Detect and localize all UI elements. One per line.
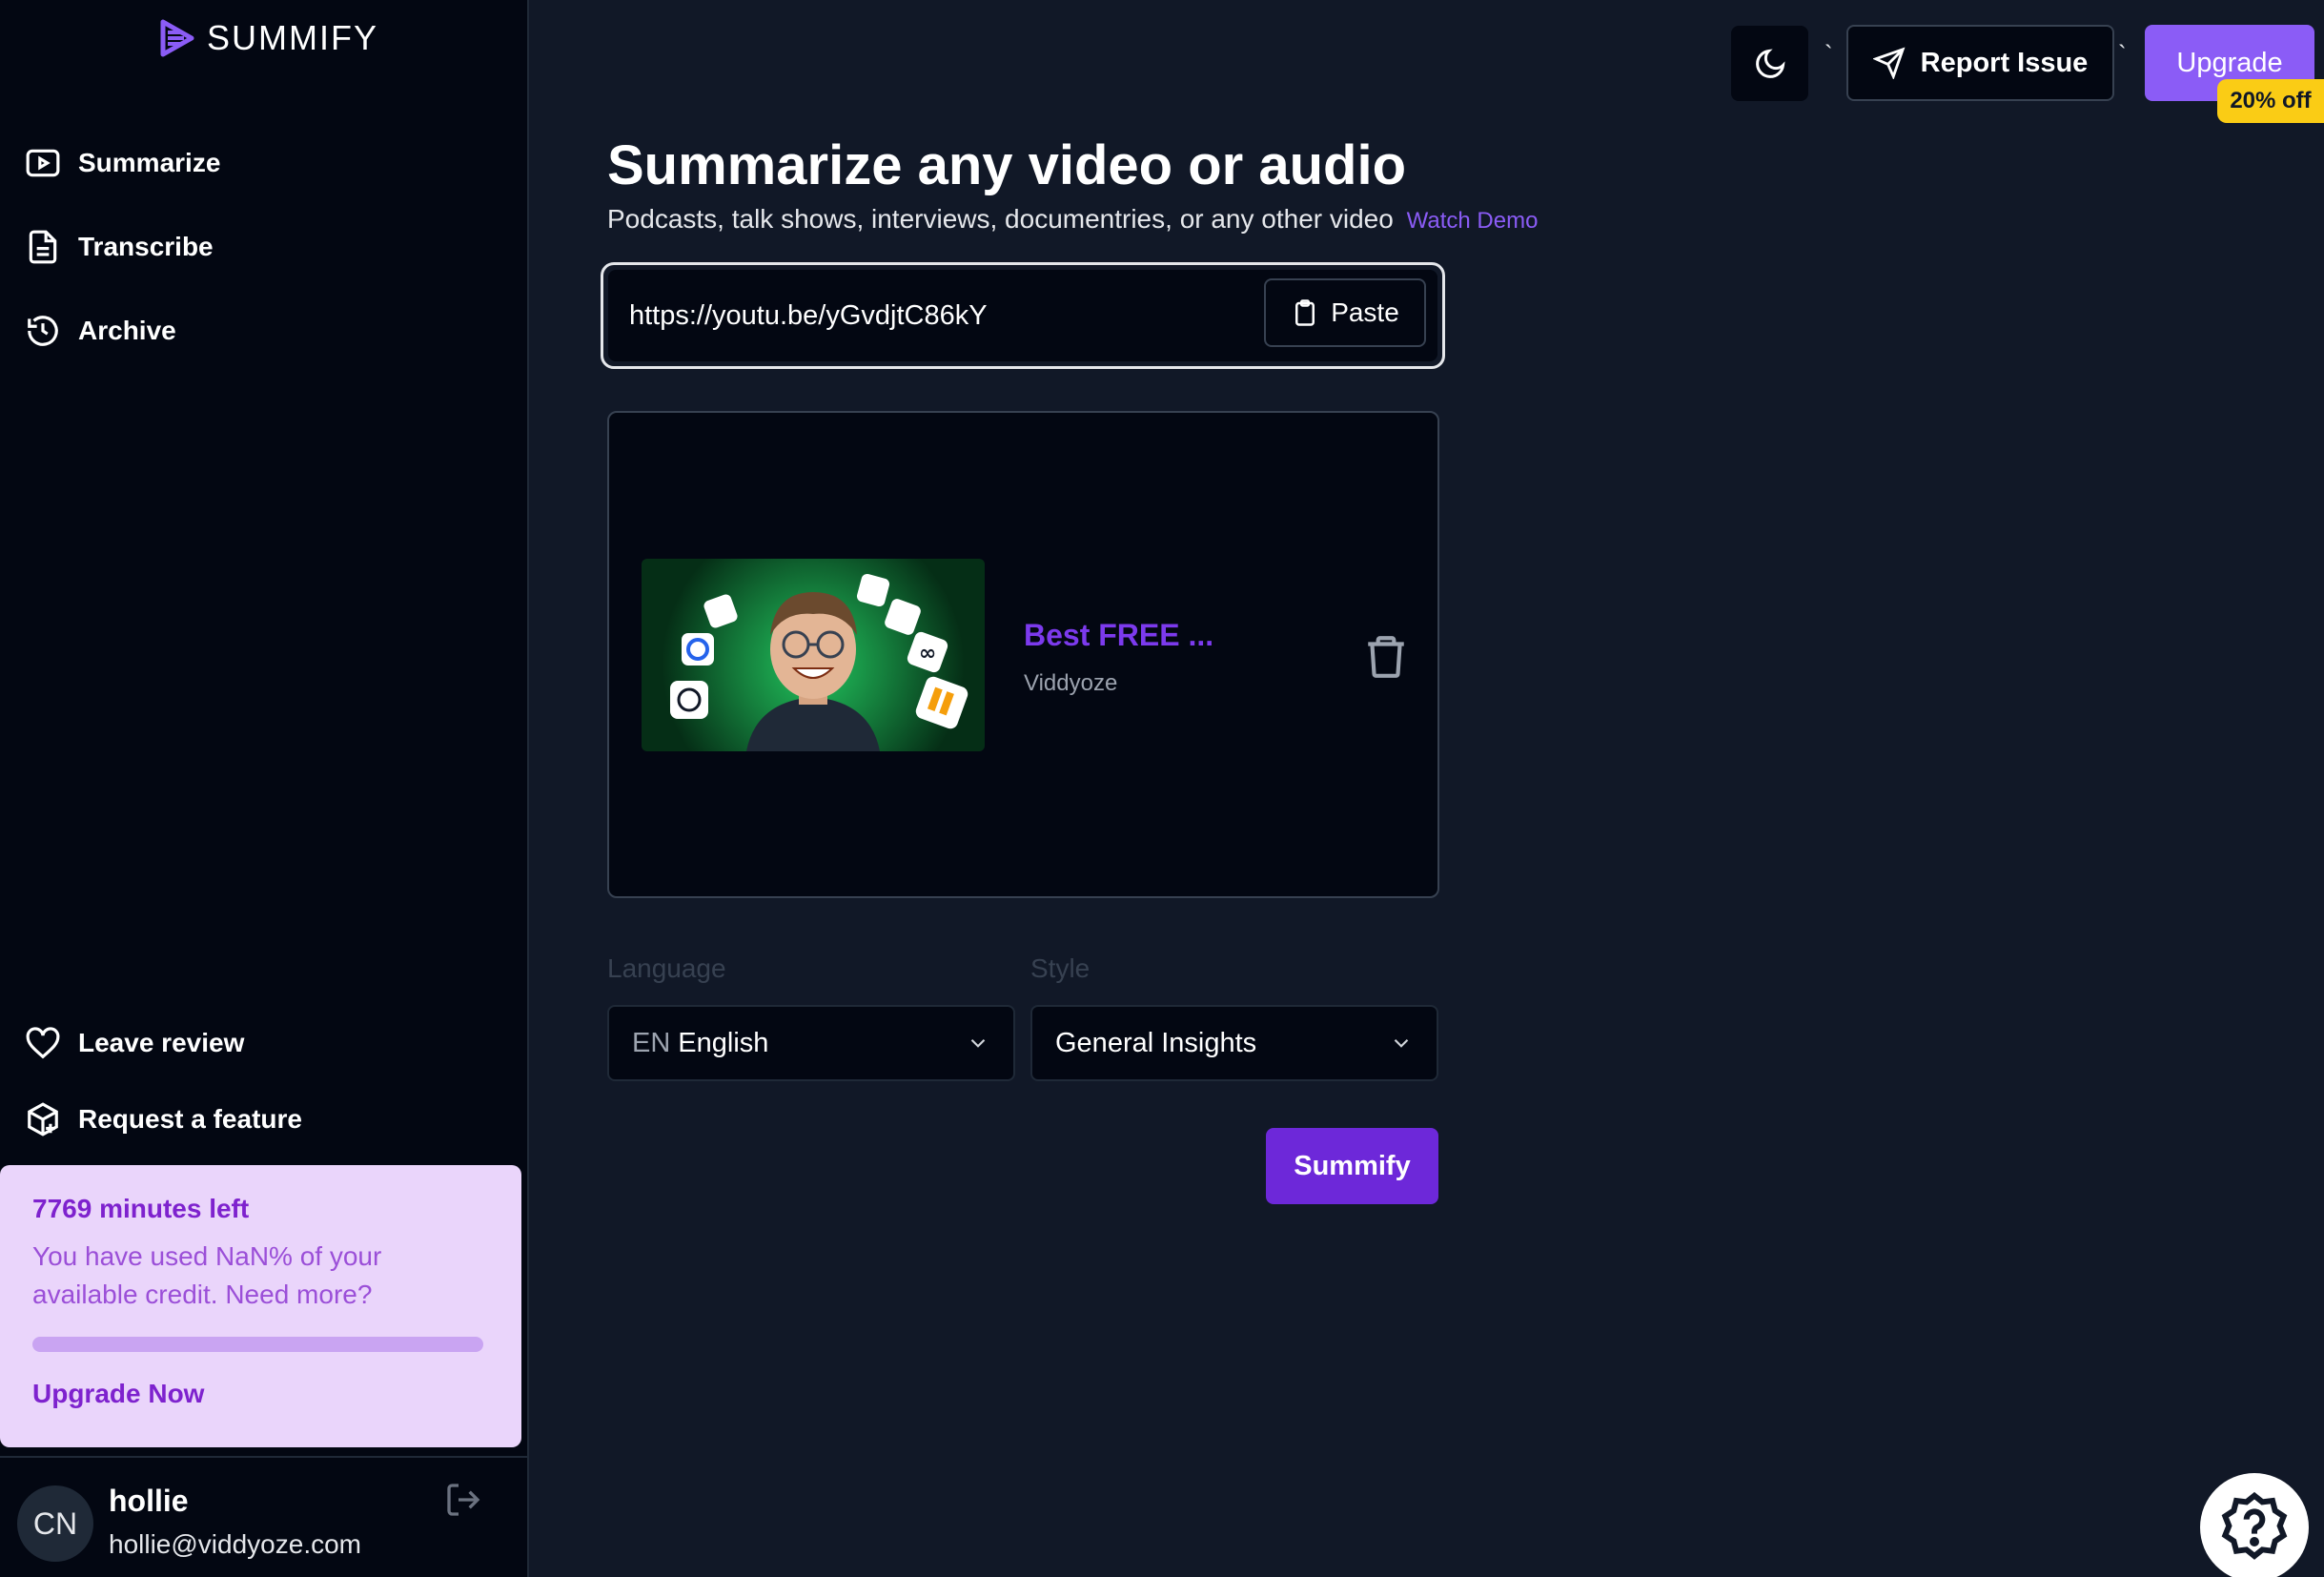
paste-label: Paste [1331, 297, 1399, 327]
language-label: Language [607, 953, 726, 983]
language-select[interactable]: EN English [607, 1005, 1015, 1081]
credit-description: You have used NaN% of your available cre… [32, 1241, 382, 1309]
app-name: SUMMIFY [207, 18, 378, 57]
sidebar: SUMMIFY Summarize Transcribe Archive Lea… [0, 0, 529, 1577]
upgrade-now-link[interactable]: Upgrade Now [32, 1379, 204, 1409]
video-preview-card: ∞ Best FREE ... Viddyoze [607, 411, 1439, 898]
play-square-icon [26, 149, 60, 177]
history-icon [28, 316, 58, 346]
sidebar-item-label: Archive [78, 316, 176, 345]
trash-icon[interactable] [1362, 632, 1410, 680]
url-field: Paste [608, 270, 1437, 361]
sidebar-item-label: Request a feature [78, 1104, 302, 1134]
chevron-down-icon [970, 1038, 986, 1048]
sidebar-item-label: Leave review [78, 1028, 245, 1057]
minutes-left: 7769 minutes left [32, 1194, 250, 1223]
sidebar-item-label: Transcribe [78, 232, 214, 261]
page-subtitle: Podcasts, talk shows, interviews, docume… [607, 204, 1538, 235]
discount-badge: 20% off [2217, 79, 2324, 123]
url-field-wrapper: Paste [601, 262, 1445, 369]
style-select[interactable]: General Insights [1030, 1005, 1438, 1081]
document-icon [29, 230, 57, 264]
language-value: EN English [632, 1028, 768, 1059]
credit-progress-fill [32, 1337, 483, 1352]
avatar[interactable]: CN [17, 1485, 93, 1562]
sidebar-item-summarize[interactable]: Summarize [25, 145, 220, 181]
subtitle-text: Podcasts, talk shows, interviews, docume… [607, 204, 1394, 234]
header-separator: ` [1825, 40, 1833, 69]
url-input[interactable] [629, 270, 1220, 361]
help-button[interactable] [2200, 1473, 2309, 1577]
moon-icon [1755, 48, 1785, 78]
sidebar-item-request-feature[interactable]: Request a feature [25, 1101, 302, 1137]
send-icon [1872, 47, 1906, 79]
chevron-down-icon [1394, 1038, 1409, 1048]
logout-icon[interactable] [444, 1481, 482, 1519]
sidebar-item-transcribe[interactable]: Transcribe [25, 229, 214, 265]
sidebar-item-archive[interactable]: Archive [25, 313, 176, 349]
help-icon [2221, 1491, 2288, 1560]
package-plus-icon [28, 1102, 58, 1137]
summify-button[interactable]: Summify [1266, 1128, 1438, 1204]
thumbnail-image: ∞ [670, 573, 968, 751]
credit-progress-bar [32, 1337, 483, 1352]
sidebar-item-label: Summarize [78, 148, 221, 177]
svg-text:∞: ∞ [919, 642, 936, 666]
user-divider [0, 1456, 527, 1458]
app-logo[interactable]: SUMMIFY [157, 17, 378, 59]
language-code: EN [632, 1027, 671, 1058]
user-email: hollie@viddyoze.com [109, 1529, 361, 1559]
heart-icon [26, 1027, 60, 1059]
report-issue-label: Report Issue [1920, 47, 2089, 78]
clipboard-icon [1295, 299, 1315, 326]
watch-demo-link[interactable]: Watch Demo [1407, 208, 1539, 234]
sidebar-item-leave-review[interactable]: Leave review [25, 1025, 244, 1061]
paste-button[interactable]: Paste [1264, 278, 1426, 347]
page-title: Summarize any video or audio [607, 134, 1406, 196]
language-name: English [678, 1027, 769, 1058]
style-value: General Insights [1055, 1027, 1257, 1058]
video-channel: Viddyoze [1024, 670, 1118, 696]
style-label: Style [1030, 953, 1091, 983]
report-issue-button[interactable]: Report Issue [1846, 25, 2114, 101]
video-thumbnail[interactable]: ∞ [642, 559, 985, 751]
theme-toggle-button[interactable] [1731, 26, 1808, 101]
video-title[interactable]: Best FREE ... [1024, 618, 1213, 653]
header-separator: ` [2118, 40, 2127, 69]
user-name: hollie [109, 1484, 189, 1518]
summify-logo-icon [160, 19, 194, 57]
credit-card: 7769 minutes left You have used NaN% of … [0, 1165, 521, 1447]
